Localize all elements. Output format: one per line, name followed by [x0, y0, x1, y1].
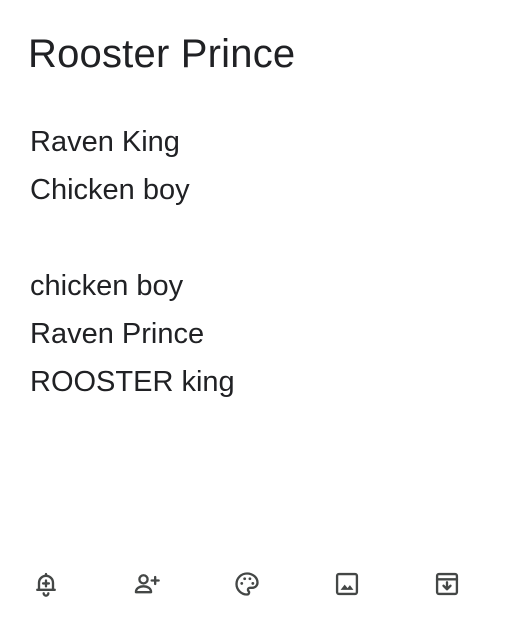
background-options-button[interactable]: [225, 562, 269, 606]
remind-me-button[interactable]: [24, 562, 68, 606]
palette-icon: [235, 572, 259, 596]
image-icon: [335, 572, 359, 596]
note-line-empty: [30, 214, 235, 262]
note-line: Raven Prince: [30, 318, 205, 350]
note-title[interactable]: Rooster Prince: [28, 30, 295, 78]
note-line: chicken boy: [30, 270, 184, 302]
note-line: ROOSTER king: [30, 366, 235, 398]
note-card: Rooster Prince Raven King Chicken boy ch…: [0, 0, 515, 624]
remind-me-icon: [36, 572, 56, 597]
collaborator-icon: [134, 574, 160, 594]
note-line: Chicken boy: [30, 174, 190, 206]
note-body[interactable]: Raven King Chicken boy chicken boy Raven…: [30, 118, 235, 406]
note-toolbar: [0, 562, 515, 606]
note-line: Raven King: [30, 126, 180, 158]
archive-icon: [435, 572, 459, 596]
archive-button[interactable]: [425, 562, 469, 606]
collaborator-button[interactable]: [125, 562, 169, 606]
add-image-button[interactable]: [325, 562, 369, 606]
